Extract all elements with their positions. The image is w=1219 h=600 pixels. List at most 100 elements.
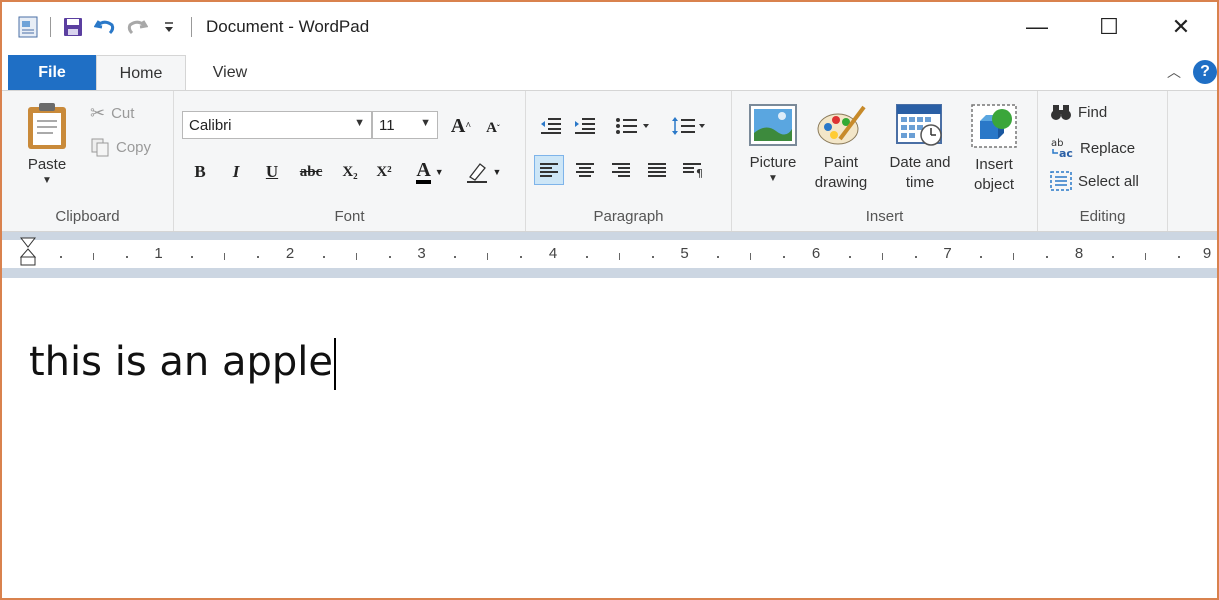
justify-icon[interactable] — [642, 155, 672, 185]
save-icon[interactable] — [61, 15, 85, 39]
paint-label-1: Paint — [823, 154, 859, 171]
chevron-down-icon: ▼ — [434, 167, 444, 177]
ruler-number: 3 — [417, 245, 426, 262]
ruler-tick — [1013, 253, 1015, 260]
paragraph-group-label: Paragraph — [593, 208, 664, 225]
scissors-icon: ✂ — [90, 103, 106, 123]
align-left-icon[interactable] — [534, 155, 564, 185]
italic-button[interactable]: I — [224, 157, 248, 187]
select-all-button[interactable]: Select all — [1050, 171, 1139, 191]
paint-palette-icon — [817, 105, 866, 145]
ruler-dot — [848, 256, 851, 258]
ruler-tick — [355, 253, 357, 260]
paint-drawing-button[interactable]: Paint drawing — [806, 103, 876, 193]
ruler-tick — [92, 253, 94, 260]
subscript-button[interactable]: X₂ — [336, 157, 364, 187]
minimize-button[interactable]: — — [1001, 2, 1073, 52]
chevron-down-icon: ▼ — [42, 175, 52, 186]
customize-dropdown-icon[interactable] — [157, 15, 181, 39]
object-icon — [971, 104, 1017, 148]
ruler-dot — [520, 256, 523, 258]
ruler-dot — [980, 256, 983, 258]
font-size-value: 11 — [379, 116, 395, 134]
ruler-number: 5 — [680, 245, 689, 262]
insert-picture-button[interactable]: Picture ▼ — [742, 103, 804, 185]
align-right-icon[interactable] — [606, 155, 636, 185]
increase-indent-icon[interactable] — [570, 111, 600, 141]
qat-separator — [50, 17, 51, 37]
highlight-color-button[interactable]: ▼ — [460, 157, 506, 187]
maximize-button[interactable]: ☐ — [1073, 2, 1145, 52]
ruler-dot — [914, 256, 917, 258]
cut-button[interactable]: ✂ Cut — [90, 103, 134, 124]
ruler-dot — [191, 256, 194, 258]
highlighter-icon — [466, 163, 487, 183]
indent-marker-icon[interactable] — [20, 236, 36, 266]
list-bullets-icon[interactable] — [612, 111, 654, 141]
redo-icon[interactable] — [125, 15, 149, 39]
decrease-indent-icon[interactable] — [536, 111, 566, 141]
font-family-select[interactable]: Calibri ▼ — [182, 111, 372, 139]
tab-view[interactable]: View — [186, 55, 274, 90]
ruler-number: 2 — [285, 245, 295, 262]
ruler-number: 1 — [154, 245, 163, 262]
find-button[interactable]: Find — [1050, 103, 1107, 121]
tab-file[interactable]: File — [8, 55, 96, 90]
font-size-select[interactable]: 11 ▼ — [372, 111, 438, 139]
ruler-tick — [618, 253, 620, 260]
collapse-ribbon-icon[interactable]: ︿ — [1167, 62, 1181, 82]
title-bar: Document - WordPad — ☐ ✕ — [2, 2, 1217, 52]
underline-button[interactable]: U — [260, 157, 284, 187]
ruler: 1 2 3 4 5 6 7 8 9 — [2, 232, 1217, 278]
editing-group-label: Editing — [1079, 208, 1126, 225]
paste-button[interactable]: Paste ▼ — [16, 101, 78, 187]
find-label: Find — [1078, 103, 1108, 121]
line-spacing-icon[interactable] — [668, 111, 710, 141]
undo-icon[interactable] — [93, 15, 117, 39]
ruler-dot — [1046, 256, 1049, 258]
ruler-dot — [257, 256, 260, 258]
grow-font-button[interactable]: A ^ — [448, 111, 474, 141]
ruler-strip: 1 2 3 4 5 6 7 8 9 — [2, 237, 1217, 268]
chevron-down-icon: ▼ — [768, 173, 778, 184]
wordpad-app-icon[interactable] — [16, 15, 40, 39]
ruler-number: 4 — [548, 245, 558, 262]
copy-button[interactable]: Copy — [90, 137, 151, 157]
text-caret — [333, 338, 336, 390]
font-group: Calibri ▼ 11 ▼ A ^ Aˇ B I U abc X₂ X² A ▼… — [174, 91, 526, 231]
document-area[interactable]: this is an apple — [2, 278, 1217, 598]
ruler-dot — [585, 256, 588, 258]
font-group-label: Font — [334, 208, 365, 225]
tab-home[interactable]: Home — [96, 55, 186, 91]
align-center-icon[interactable] — [570, 155, 600, 185]
paint-label-2: drawing — [814, 174, 868, 191]
quick-access-toolbar: Document - WordPad — [16, 12, 369, 42]
help-icon[interactable]: ? — [1193, 60, 1217, 84]
ribbon-right-controls: ︿ ? — [1167, 60, 1217, 84]
date-time-button[interactable]: Date and time — [880, 103, 960, 193]
document-text: this is an apple — [29, 339, 333, 385]
ruler-dot — [651, 256, 654, 258]
chevron-down-icon: ▼ — [492, 167, 502, 177]
text-color-button[interactable]: A ▼ — [410, 157, 450, 187]
ruler-dot — [717, 256, 720, 258]
insert-group-label: Insert — [865, 208, 904, 225]
strikethrough-button[interactable]: abc — [294, 157, 328, 187]
insert-object-button[interactable]: Insert object — [962, 103, 1026, 195]
ribbon-tabs: File Home View ︿ ? — [2, 52, 1217, 91]
ribbon: Paste ▼ ✂ Cut Copy Clipboard Calibri ▼ 1… — [2, 90, 1217, 232]
replace-button[interactable]: ab ac Replace — [1050, 137, 1135, 159]
ruler-tick — [224, 253, 226, 260]
ruler-number: 6 — [811, 245, 821, 262]
datetime-label-2: time — [905, 174, 935, 191]
bold-button[interactable]: B — [188, 157, 212, 187]
copy-icon — [91, 138, 109, 157]
svg-text:ac: ac — [1059, 147, 1073, 159]
document-text-line[interactable]: this is an apple — [29, 332, 336, 392]
superscript-button[interactable]: X² — [370, 157, 398, 187]
paragraph-settings-icon[interactable]: ¶ — [678, 155, 708, 185]
shrink-font-button[interactable]: Aˇ — [480, 113, 506, 143]
clipboard-group-label: Clipboard — [55, 208, 120, 225]
ruler-dot — [59, 256, 62, 258]
close-button[interactable]: ✕ — [1145, 2, 1217, 52]
